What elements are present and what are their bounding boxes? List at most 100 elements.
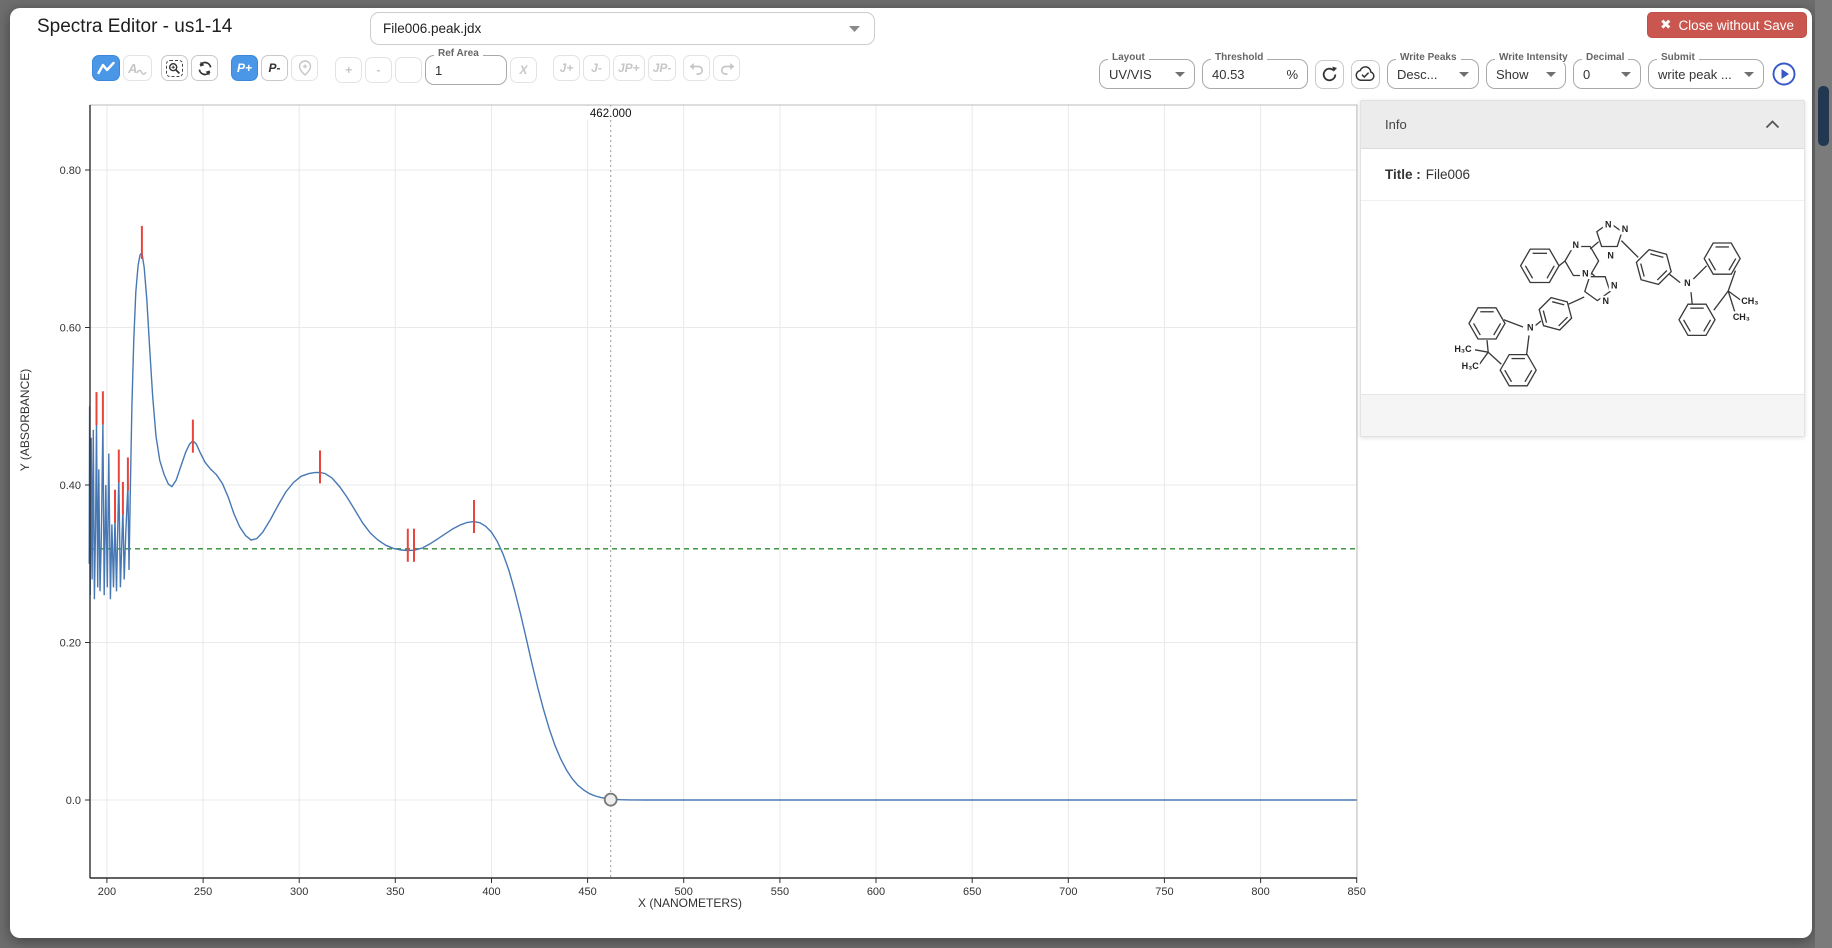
svg-text:600: 600 xyxy=(867,886,885,898)
svg-text:700: 700 xyxy=(1059,886,1077,898)
ref-area-input[interactable] xyxy=(435,63,487,78)
chevron-down-icon xyxy=(1621,72,1631,77)
write-peaks-select[interactable]: Write Peaks Desc... xyxy=(1387,59,1479,89)
decrease-button: - xyxy=(365,57,392,83)
chevron-up-icon[interactable] xyxy=(1765,120,1780,129)
svg-text:250: 250 xyxy=(194,886,212,898)
svg-text:N: N xyxy=(1527,323,1534,333)
y-axis-label: Y (ABSORBANCE) xyxy=(18,369,32,471)
close-icon: ✖ xyxy=(1660,17,1671,33)
decimal-value: 0 xyxy=(1583,67,1590,82)
refresh-button[interactable] xyxy=(1315,60,1344,89)
x-integral-button: X xyxy=(510,57,537,83)
write-intensity-label: Write Intensity xyxy=(1495,52,1572,63)
info-title-label: Title : xyxy=(1385,167,1421,182)
svg-text:0.60: 0.60 xyxy=(60,323,81,335)
peak-add-button[interactable]: P+ xyxy=(231,55,258,81)
spectrum-plot[interactable]: 462.000200250300350400450500550600650700… xyxy=(28,91,1368,903)
pin-icon xyxy=(298,60,312,76)
display-group: A xyxy=(92,55,155,81)
a-wave-icon: A xyxy=(128,61,147,76)
write-peaks-label: Write Peaks xyxy=(1396,52,1461,63)
decimal-select[interactable]: Decimal 0 xyxy=(1573,59,1641,89)
reset-zoom-button[interactable] xyxy=(191,55,218,81)
scrollbar-track[interactable] xyxy=(1815,0,1832,948)
write-intensity-value: Show xyxy=(1496,67,1529,82)
layout-value: UV/VIS xyxy=(1109,67,1152,82)
peak-remove-button[interactable]: P- xyxy=(261,55,288,81)
file-selector-value: File006.peak.jdx xyxy=(383,21,481,36)
page-title: Spectra Editor - us1-14 xyxy=(37,16,232,38)
refresh-icon xyxy=(1321,66,1338,83)
info-panel-footer xyxy=(1361,394,1804,436)
svg-text:0.0: 0.0 xyxy=(66,795,81,807)
line-chart-icon xyxy=(97,61,115,75)
info-panel-header[interactable]: Info xyxy=(1361,101,1804,149)
run-submit-button[interactable] xyxy=(1771,61,1798,88)
info-title-row: Title : File006 xyxy=(1361,149,1804,201)
chevron-down-icon xyxy=(1459,72,1469,77)
zoom-in-icon xyxy=(166,60,183,77)
file-selector[interactable]: File006.peak.jdx xyxy=(370,12,875,45)
molecule-structure: NNNNNNNNNCH₃CH₃H₃CH₃C xyxy=(1439,201,1775,393)
threshold-fieldset: Threshold % xyxy=(1202,59,1308,89)
zoom-in-button[interactable] xyxy=(161,55,188,81)
svg-text:N: N xyxy=(1622,224,1629,234)
svg-text:CH₃: CH₃ xyxy=(1733,312,1750,322)
redo-button xyxy=(713,55,740,81)
decimal-label: Decimal xyxy=(1582,52,1628,63)
svg-text:800: 800 xyxy=(1251,886,1269,898)
undo-icon xyxy=(689,62,705,75)
undo-button xyxy=(683,55,710,81)
increase-button: + xyxy=(335,57,362,83)
redo-icon xyxy=(719,62,735,75)
submit-select[interactable]: Submit write peak ... xyxy=(1648,59,1764,89)
j-coupling-group: J+ J- JP+ JP- xyxy=(553,55,679,81)
svg-text:N: N xyxy=(1607,251,1614,261)
zoom-group xyxy=(161,55,221,81)
svg-text:N: N xyxy=(1605,219,1612,229)
pin-marker-button xyxy=(291,55,318,81)
chevron-down-icon xyxy=(1546,72,1556,77)
settings-controls: Layout UV/VIS Threshold % Write Peaks De… xyxy=(1099,59,1798,89)
history-group xyxy=(683,55,743,81)
threshold-unit: % xyxy=(1286,67,1298,82)
close-button-label: Close without Save xyxy=(1678,18,1794,33)
svg-text:N: N xyxy=(1684,278,1691,288)
svg-text:850: 850 xyxy=(1348,886,1366,898)
spectrum-line-button[interactable] xyxy=(92,55,120,81)
ref-area-label: Ref Area xyxy=(434,48,483,59)
chevron-down-icon xyxy=(849,26,860,32)
svg-text:300: 300 xyxy=(290,886,308,898)
svg-text:N: N xyxy=(1603,296,1610,306)
submit-label: Submit xyxy=(1657,52,1699,63)
svg-text:N: N xyxy=(1582,269,1589,279)
play-icon xyxy=(1771,61,1797,87)
svg-text:0.20: 0.20 xyxy=(60,638,81,650)
layout-select[interactable]: Layout UV/VIS xyxy=(1099,59,1195,89)
cloud-save-button[interactable] xyxy=(1351,60,1380,89)
svg-text:750: 750 xyxy=(1155,886,1173,898)
chevron-down-icon xyxy=(1175,72,1185,77)
svg-text:0.80: 0.80 xyxy=(60,165,81,177)
svg-text:462.000: 462.000 xyxy=(590,108,632,120)
ref-area-fieldset: Ref Area xyxy=(425,55,507,85)
info-header-label: Info xyxy=(1385,117,1407,132)
svg-text:400: 400 xyxy=(482,886,500,898)
jp-minus-button: JP- xyxy=(648,55,677,81)
svg-text:N: N xyxy=(1611,281,1618,291)
threshold-input[interactable] xyxy=(1212,67,1264,82)
peak-group: P+ P- xyxy=(231,55,321,81)
threshold-label: Threshold xyxy=(1211,52,1267,63)
svg-text:H₃C: H₃C xyxy=(1454,344,1472,354)
svg-text:N: N xyxy=(1573,240,1580,250)
write-peaks-value: Desc... xyxy=(1397,67,1437,82)
toolbar: A P+ P- + - Ref Area X xyxy=(10,55,1812,89)
scrollbar-thumb[interactable] xyxy=(1818,86,1829,146)
spectra-editor-dialog: Spectra Editor - us1-14 File006.peak.jdx… xyxy=(10,8,1812,938)
reset-zoom-icon xyxy=(197,61,213,76)
write-intensity-select[interactable]: Write Intensity Show xyxy=(1486,59,1566,89)
jp-plus-button: JP+ xyxy=(613,55,645,81)
close-without-save-button[interactable]: ✖ Close without Save xyxy=(1647,12,1807,38)
svg-text:CH₃: CH₃ xyxy=(1741,296,1758,306)
